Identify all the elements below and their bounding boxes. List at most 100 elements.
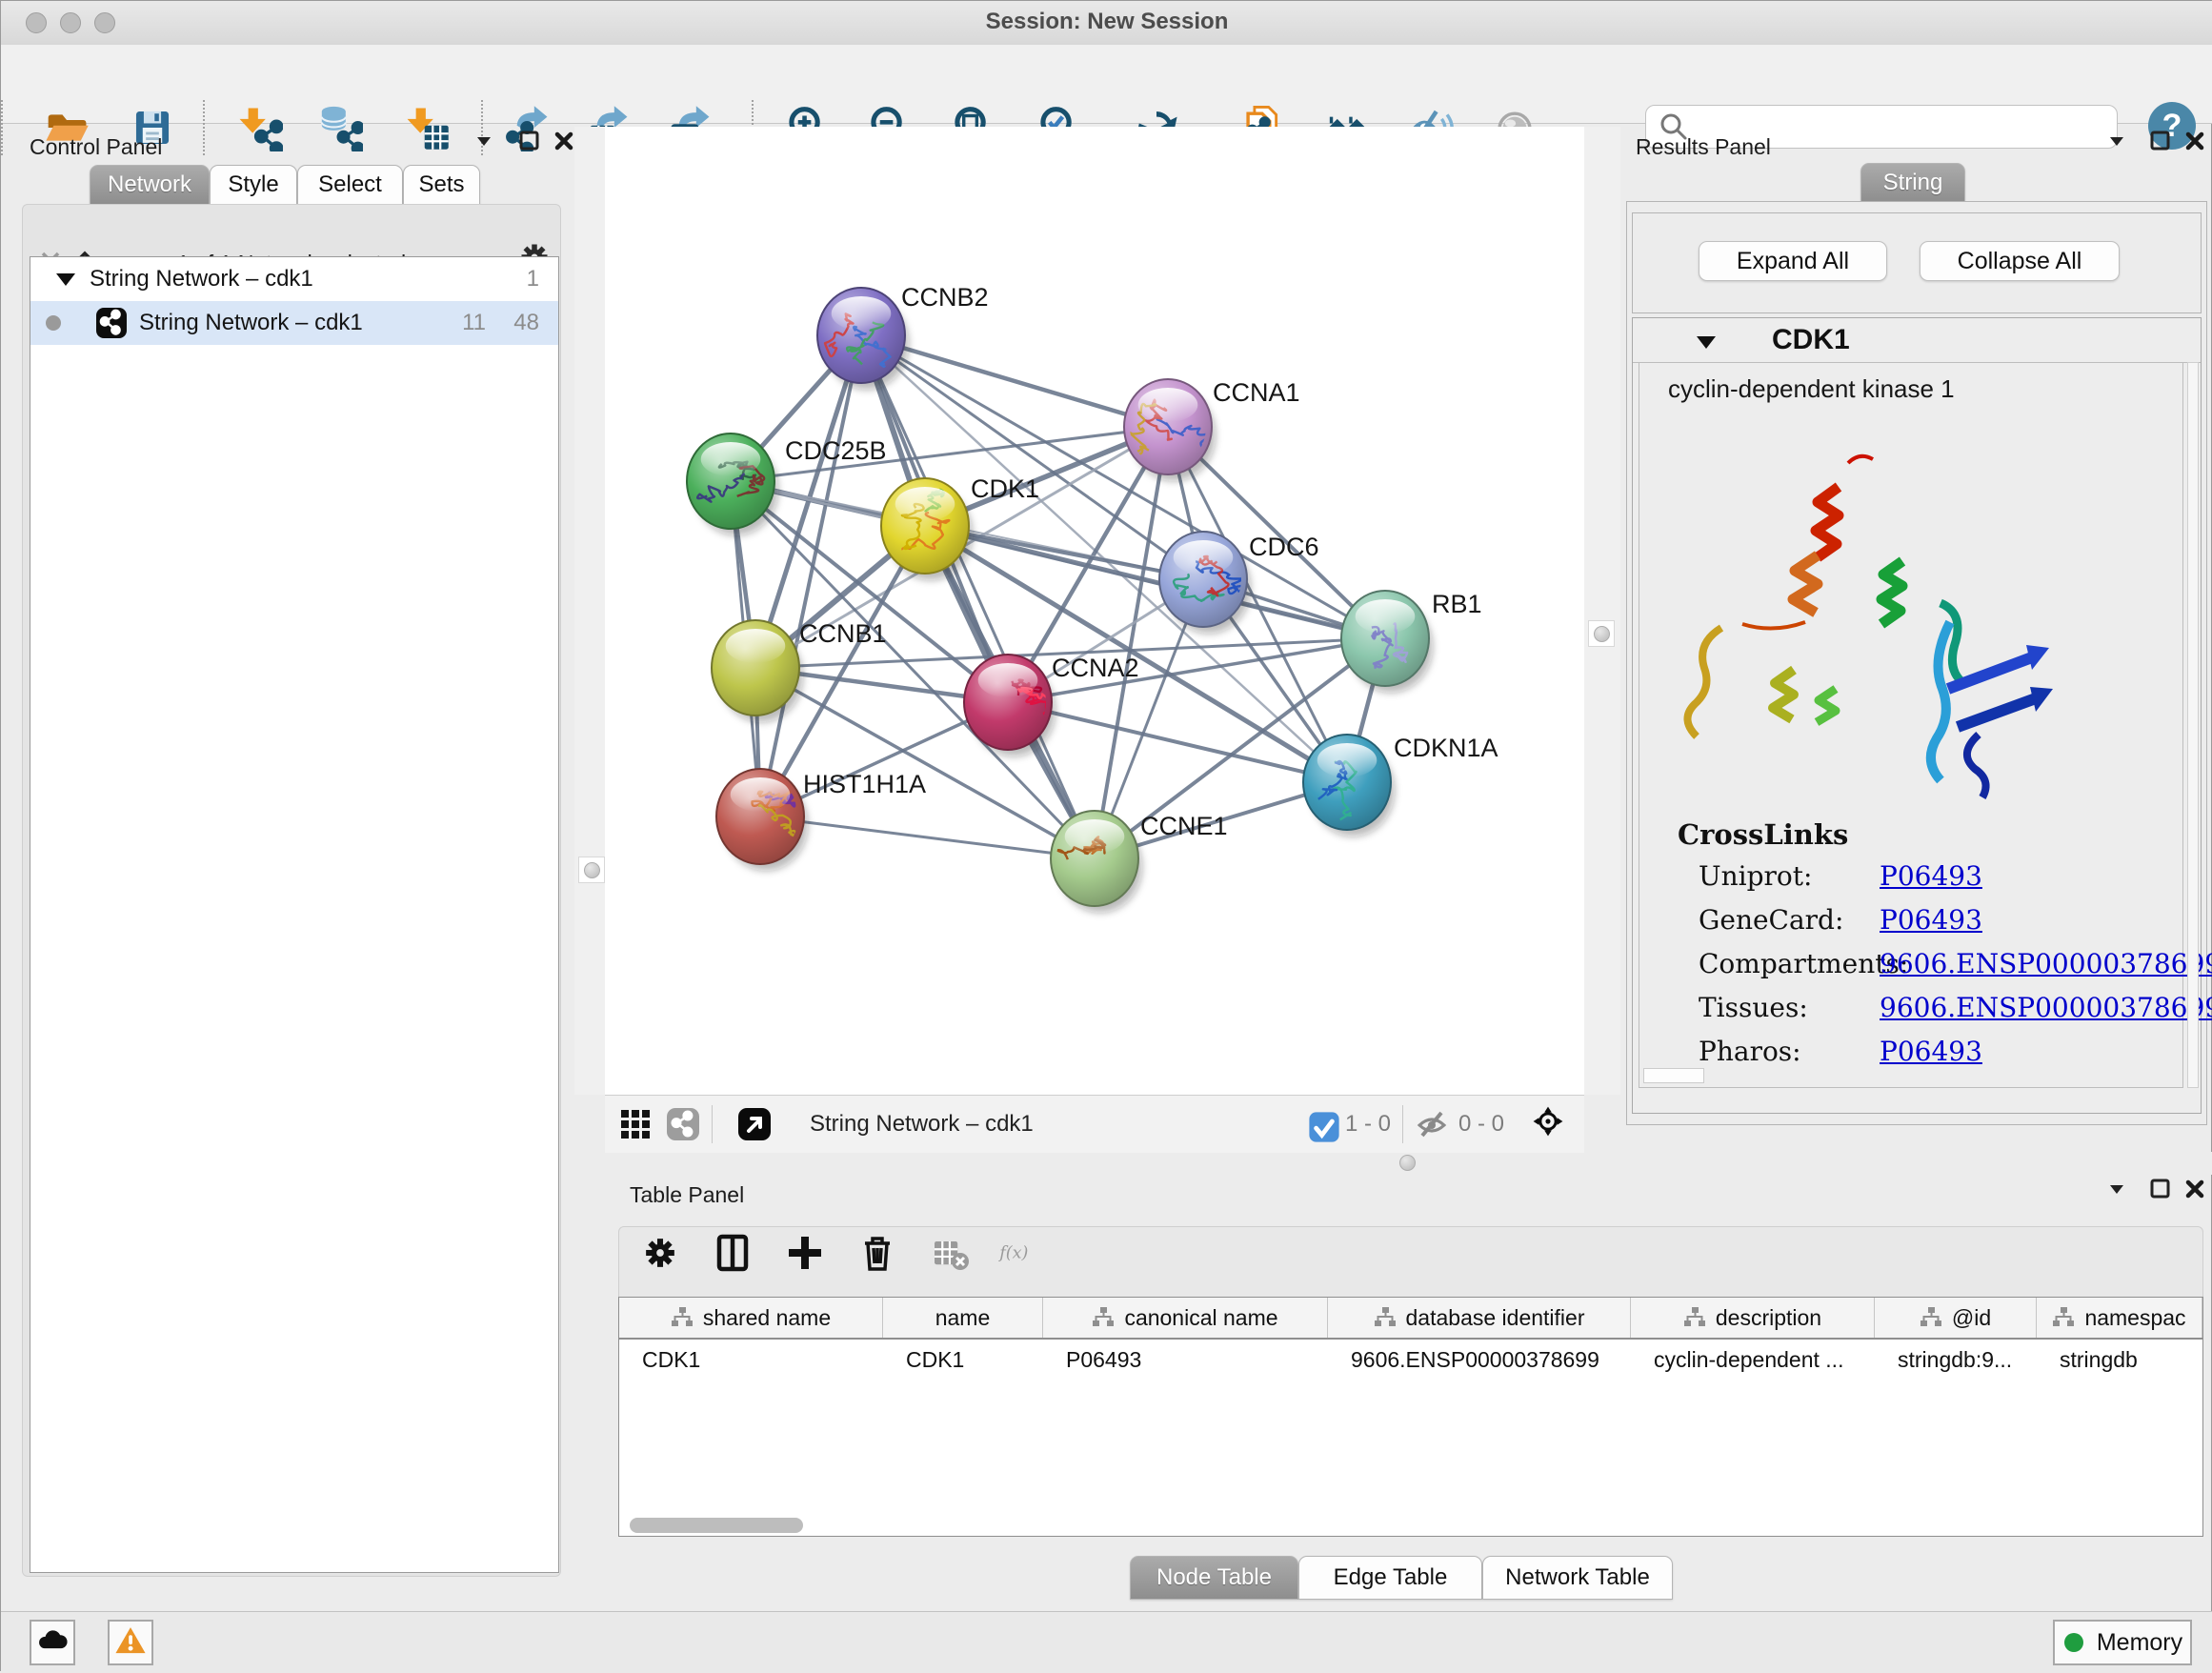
table-cell[interactable]: stringdb <box>2037 1340 2202 1380</box>
network-node-RB1[interactable]: RB1 <box>1341 590 1482 693</box>
right-splitter[interactable] <box>1584 127 1620 1095</box>
network-node-CDK1[interactable]: CDK1 <box>881 474 1039 580</box>
window-title: Session: New Session <box>1 9 2212 35</box>
cdk1-card-content: cyclin-dependent kinase 1 <box>1639 362 2183 1088</box>
import-network-from-file-button[interactable] <box>235 104 283 151</box>
expand-all-button[interactable]: Expand All <box>1699 241 1887 281</box>
control-panel-collapse-icon[interactable] <box>470 127 498 155</box>
collection-expand-icon[interactable] <box>51 265 80 293</box>
shared-column-tree-icon <box>2052 1306 2075 1329</box>
network-node-HIST1H1A[interactable]: HIST1H1A <box>716 769 926 871</box>
tab-string[interactable]: String <box>1860 163 1965 203</box>
table-cell[interactable]: stringdb:9... <box>1875 1340 2037 1380</box>
column-header-namespac[interactable]: namespac <box>2037 1298 2202 1338</box>
table-cell[interactable]: cyclin-dependent ... <box>1631 1340 1875 1380</box>
network-share-icon <box>95 307 128 339</box>
results-panel-float-icon[interactable] <box>2146 127 2175 155</box>
bottom-splitter-handle[interactable] <box>1394 1150 1420 1175</box>
column-header-label: name <box>935 1305 991 1331</box>
memory-label: Memory <box>2097 1629 2182 1657</box>
crosslink-label: Pharos: <box>1699 1036 1801 1067</box>
column-header-name[interactable]: name <box>883 1298 1043 1338</box>
crosslink-row: Tissues:9606.ENSP00000378699 <box>1699 992 2175 1036</box>
crosslinks-hscroll-thumb[interactable] <box>1643 1068 1704 1083</box>
node-label-CDC6: CDC6 <box>1249 533 1319 561</box>
results-panel-close-icon[interactable] <box>2181 127 2209 155</box>
tab-style[interactable]: Style <box>210 165 297 205</box>
column-header-label: @id <box>1952 1305 1991 1331</box>
network-list: String Network – cdk1 1 String Network –… <box>30 256 559 1573</box>
column-header-label: canonical name <box>1124 1305 1277 1331</box>
left-splitter-handle[interactable] <box>578 857 605 883</box>
network-row[interactable]: String Network – cdk1 11 48 <box>30 301 558 345</box>
tab-select[interactable]: Select <box>297 165 403 205</box>
table-settings-gear-icon[interactable] <box>639 1232 681 1274</box>
results-vertical-scrollbar[interactable] <box>2187 362 2199 1088</box>
bottom-splitter[interactable] <box>605 1152 2212 1175</box>
node-label-CCNA1: CCNA1 <box>1213 378 1300 407</box>
left-splitter[interactable] <box>574 127 605 1095</box>
tab-network-table[interactable]: Network Table <box>1482 1556 1673 1600</box>
grid-view-icon[interactable] <box>618 1107 653 1141</box>
column-header-shared-name[interactable]: shared name <box>619 1298 883 1338</box>
hidden-eye-icon[interactable] <box>1415 1107 1449 1141</box>
crosslink-value-link[interactable]: 9606.ENSP00000378699 <box>1880 948 2212 979</box>
table-header-row: shared name name canonical name database id… <box>619 1298 2202 1340</box>
collapse-all-button[interactable]: Collapse All <box>1920 241 2120 281</box>
network-collection-row[interactable]: String Network – cdk1 1 <box>30 257 558 301</box>
table-cell[interactable]: 9606.ENSP00000378699 <box>1328 1340 1631 1380</box>
crosslink-value-link[interactable]: 9606.ENSP00000378699 <box>1880 992 2212 1023</box>
column-header-label: description <box>1716 1305 1821 1331</box>
network-view-title: String Network – cdk1 <box>810 1111 1034 1138</box>
table-row[interactable]: CDK1CDK1P064939606.ENSP00000378699cyclin… <box>619 1340 2202 1380</box>
tab-network[interactable]: Network <box>90 165 210 205</box>
network-node-CDKN1A[interactable]: CDKN1A <box>1303 734 1498 836</box>
control-panel-float-icon[interactable] <box>515 127 544 155</box>
crosslink-row: Uniprot:P06493 <box>1699 860 2175 904</box>
table-cell[interactable]: CDK1 <box>619 1340 883 1380</box>
tab-node-table[interactable]: Node Table <box>1130 1556 1298 1600</box>
column-header-canonical-name[interactable]: canonical name <box>1043 1298 1328 1338</box>
table-hscroll-thumb[interactable] <box>630 1518 803 1533</box>
column-header-database-identifier[interactable]: database identifier <box>1328 1298 1631 1338</box>
crosshair-icon[interactable] <box>1531 1104 1571 1144</box>
main-toolbar: ? <box>1 45 2212 124</box>
table-panel-collapse-icon[interactable] <box>2102 1175 2131 1203</box>
selected-checkbox-icon[interactable] <box>1307 1110 1336 1139</box>
node-label-CCNE1: CCNE1 <box>1140 812 1228 840</box>
table-cell[interactable]: P06493 <box>1043 1340 1328 1380</box>
node-table[interactable]: shared name name canonical name database id… <box>618 1297 2203 1537</box>
import-table-from-file-button[interactable] <box>403 104 451 151</box>
table-panel-close-icon[interactable] <box>2181 1175 2209 1203</box>
crosslink-value-link[interactable]: P06493 <box>1880 860 1982 892</box>
network-canvas[interactable]: CCNB2CCNA1CDC25BCDK1CDC6RB1CCNB1CCNA2CDK… <box>605 127 1584 1095</box>
crosslink-value-link[interactable]: P06493 <box>1880 904 1982 936</box>
collection-label: String Network – cdk1 <box>90 266 313 292</box>
column-header--id[interactable]: @id <box>1875 1298 2037 1338</box>
table-cell[interactable]: CDK1 <box>883 1340 1043 1380</box>
show-columns-icon[interactable] <box>712 1232 754 1274</box>
crosslink-row: Compartments:9606.ENSP00000378699 <box>1699 948 2175 992</box>
birds-eye-view-icon[interactable] <box>737 1107 772 1141</box>
tab-edge-table[interactable]: Edge Table <box>1298 1556 1482 1600</box>
right-splitter-handle[interactable] <box>1588 620 1615 647</box>
memory-button[interactable]: Memory <box>2053 1620 2192 1665</box>
import-network-from-database-button[interactable] <box>315 104 363 151</box>
table-panel-float-icon[interactable] <box>2146 1175 2175 1203</box>
cdk1-card-header[interactable]: CDK1 <box>1633 318 2201 363</box>
delete-column-icon[interactable] <box>856 1232 898 1274</box>
share-view-icon[interactable] <box>666 1107 700 1141</box>
tab-sets[interactable]: Sets <box>403 165 480 205</box>
network-node-CCNB1[interactable]: CCNB1 <box>712 619 887 722</box>
results-panel-collapse-icon[interactable] <box>2102 127 2131 155</box>
table-body: CDK1CDK1P064939606.ENSP00000378699cyclin… <box>619 1340 2202 1380</box>
network-node-CCNA1[interactable]: CCNA1 <box>1124 378 1300 481</box>
cloud-status-button[interactable] <box>30 1620 75 1665</box>
cdk1-expand-icon[interactable] <box>1692 328 1720 356</box>
network-edge-count: 48 <box>513 310 539 336</box>
column-header-description[interactable]: description <box>1631 1298 1875 1338</box>
crosslink-value-link[interactable]: P06493 <box>1880 1036 1982 1067</box>
network-node-CDC25B[interactable]: CDC25B <box>687 433 887 535</box>
add-column-icon[interactable] <box>784 1232 826 1274</box>
warnings-button[interactable] <box>108 1620 153 1665</box>
